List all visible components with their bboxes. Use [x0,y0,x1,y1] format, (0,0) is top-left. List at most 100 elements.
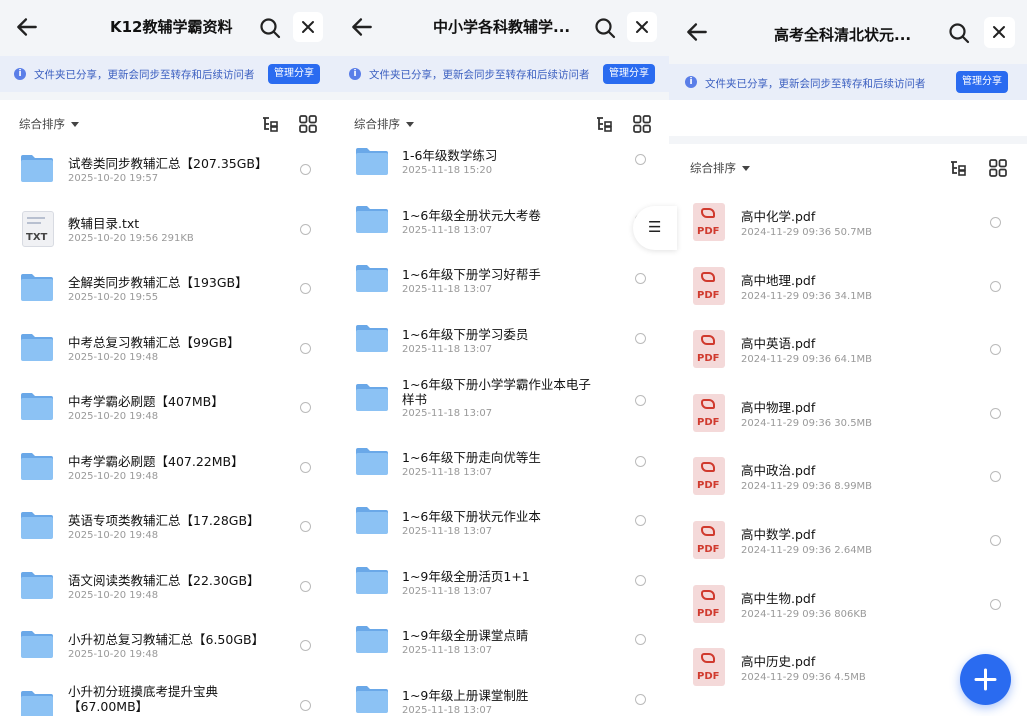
folder-row[interactable]: 1~6年级下册学习好帮手 2025-11-18 13:07 [335,250,669,310]
folder-row[interactable]: 1~6年级下册状元作业本 2025-11-18 13:07 [335,492,669,552]
close-icon [636,21,648,33]
folder-row[interactable]: 小升初分班摸底考提升宝典【67.00MB】 [0,676,335,716]
file-row[interactable]: PDF 高中数学.pdf 2024-11-29 09:36 2.64MB [669,508,1027,571]
select-radio[interactable] [300,223,311,235]
item-name: 高中物理.pdf [741,399,816,415]
select-radio[interactable] [635,455,646,467]
select-radio[interactable] [300,164,311,175]
grid-view-icon[interactable] [298,114,318,134]
grid-view-icon[interactable] [988,158,1008,178]
folder-icon [356,384,388,411]
file-row[interactable]: PDF 高中政治.pdf 2024-11-29 09:36 8.99MB [669,444,1027,507]
select-radio[interactable] [300,402,311,413]
item-meta: 2025-10-20 19:48 [68,589,159,601]
file-row[interactable]: PDF 高中英语.pdf 2024-11-29 09:36 64.1MB [669,317,1027,380]
add-button[interactable] [960,654,1011,705]
folder-row[interactable]: 1~6年级下册小学学霸作业本电子样书 2025-11-18 13:07 [335,369,669,429]
folder-row[interactable]: 语文阅读类教辅汇总【22.30GB】 2025-10-20 19:48 [0,557,335,617]
folder-row[interactable]: 小升初总复习教辅汇总【6.50GB】 2025-10-20 19:48 [0,616,335,676]
item-meta: 2024-11-29 09:36 50.7MB [741,227,873,238]
select-radio[interactable] [300,283,311,294]
select-radio[interactable] [300,699,311,711]
folder-row[interactable]: 1~6年级下册学习委员 2025-11-18 13:07 [335,310,669,370]
select-radio[interactable] [635,693,646,705]
sort-label: 综合排序 [354,117,400,131]
select-radio[interactable] [990,280,1001,292]
folder-row[interactable]: 中考总复习教辅汇总【99GB】 2025-10-20 19:48 [0,319,335,379]
pdf-icon-label: PDF [697,226,720,237]
folder-row[interactable]: 1~6年级全册状元大考卷 2025-11-18 13:07 [335,191,669,251]
folder-row[interactable]: 中考学霸必刷题【407.22MB】 2025-10-20 19:48 [0,438,335,498]
select-radio[interactable] [635,332,646,344]
select-radio[interactable] [300,461,311,473]
select-radio[interactable] [635,634,646,645]
select-radio[interactable] [990,344,1001,356]
folder-row[interactable]: 1-6年级数学练习 2025-11-18 15:20 [335,131,669,191]
search-icon[interactable] [947,21,971,45]
select-radio[interactable] [990,471,1001,483]
manage-share-button[interactable]: 管理分享 [268,64,320,84]
txt-file-icon: TXT [22,210,54,247]
tree-view-icon[interactable] [948,158,968,178]
select-radio[interactable] [635,154,646,165]
select-radio[interactable] [300,640,311,651]
folder-row[interactable]: 英语专项类教辅汇总【17.28GB】 2025-10-20 19:48 [0,497,335,557]
item-meta: 2025-11-18 13:07 [402,284,493,295]
item-name: 小升初总复习教辅汇总【6.50GB】 [68,632,265,647]
divider [669,136,1027,144]
folder-row[interactable]: 1~6年级下册走向优等生 2025-11-18 13:07 [335,433,669,493]
close-button[interactable] [293,12,323,42]
tree-view-icon[interactable] [260,114,280,134]
file-row[interactable]: TXT 教辅目录.txt 2025-10-20 19:56 291KB [0,200,335,260]
select-radio[interactable] [635,395,646,406]
select-radio[interactable] [990,217,1001,228]
item-meta: 2024-11-29 09:36 30.5MB [741,417,873,429]
info-icon: i [685,76,697,88]
file-row[interactable]: PDF 高中生物.pdf 2024-11-29 09:36 806KB [669,572,1027,635]
folder-icon [356,205,388,233]
folder-row[interactable]: 1~9年级全册活页1+1 2025-11-18 13:07 [335,552,669,612]
select-radio[interactable] [635,574,646,586]
select-radio[interactable] [300,521,311,532]
item-name: 高中历史.pdf [741,654,816,670]
select-radio[interactable] [635,273,646,284]
select-radio[interactable] [300,342,311,354]
item-name: 高中数学.pdf [741,527,816,542]
file-row[interactable]: PDF 高中地理.pdf 2024-11-29 09:36 34.1MB [669,254,1027,317]
folder-row[interactable]: 试卷类同步教辅汇总【207.35GB】 2025-10-20 19:57 [0,140,335,200]
select-radio[interactable] [990,535,1001,546]
folder-row[interactable]: 1~9年级上册课堂制胜 2025-11-18 13:07 [335,671,669,716]
search-icon[interactable] [258,16,282,40]
select-radio[interactable] [990,598,1001,610]
folder-icon [356,324,388,352]
item-meta: 2024-11-29 09:36 4.5MB [741,672,866,684]
item-meta: 2025-11-18 13:07 [402,645,493,656]
back-arrow-icon[interactable] [14,14,40,40]
file-row[interactable]: PDF 高中化学.pdf 2024-11-29 09:36 50.7MB [669,190,1027,253]
folder-row[interactable]: 1~9年级全册课堂点睛 2025-11-18 13:07 [335,611,669,671]
item-meta: 2025-10-20 19:48 [68,470,159,482]
item-name: 高中地理.pdf [741,272,816,288]
item-meta: 2025-11-18 15:20 [402,165,493,176]
file-row[interactable]: PDF 高中物理.pdf 2024-11-29 09:36 30.5MB [669,381,1027,444]
select-radio[interactable] [635,515,646,526]
folder-row[interactable]: 全解类同步教辅汇总【193GB】 2025-10-20 19:55 [0,259,335,319]
select-radio[interactable] [990,407,1001,419]
close-button[interactable] [627,12,657,42]
sort-dropdown[interactable]: 综合排序 [354,116,414,132]
manage-share-button[interactable]: 管理分享 [603,64,655,84]
pdf-file-icon: PDF [693,330,725,369]
sort-dropdown[interactable]: 综合排序 [690,160,750,176]
side-menu-tab[interactable]: ☰ [633,206,677,250]
search-icon[interactable] [593,16,617,40]
folder-icon [21,155,53,182]
back-arrow-icon[interactable] [684,19,710,45]
close-button[interactable] [984,17,1015,48]
sort-dropdown[interactable]: 综合排序 [19,116,79,132]
folder-row[interactable]: 中考学霸必刷题【407MB】 2025-10-20 19:48 [0,378,335,438]
item-meta: 2025-10-20 19:57 [68,173,159,184]
close-icon [993,26,1005,38]
manage-share-button[interactable]: 管理分享 [956,71,1008,93]
back-arrow-icon[interactable] [349,14,375,40]
select-radio[interactable] [300,580,311,592]
